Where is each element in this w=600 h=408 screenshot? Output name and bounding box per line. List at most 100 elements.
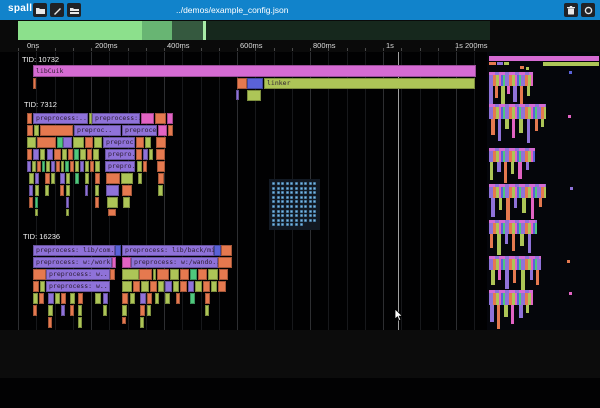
flame-rect[interactable] (170, 269, 179, 280)
flame-rect[interactable] (106, 173, 120, 184)
event-dot[interactable] (277, 187, 280, 190)
event-dot[interactable] (304, 214, 307, 217)
settings-button[interactable] (581, 3, 595, 17)
event-dot[interactable] (300, 210, 303, 213)
event-dot[interactable] (272, 219, 275, 222)
event-dot[interactable] (281, 200, 284, 203)
flame-rect[interactable] (133, 281, 140, 292)
flame-rect[interactable] (123, 197, 130, 208)
flame-rect[interactable] (51, 173, 55, 184)
event-dot[interactable] (290, 182, 293, 185)
flame-rect[interactable] (42, 161, 45, 172)
event-dot[interactable] (309, 187, 312, 190)
event-dot[interactable] (295, 214, 298, 217)
flame-rect[interactable] (61, 305, 65, 316)
event-dot[interactable] (272, 205, 275, 208)
flame-rect[interactable] (56, 161, 60, 172)
flame-rect[interactable] (27, 149, 32, 160)
event-dot[interactable] (309, 214, 312, 217)
overview-strip-segment[interactable] (142, 21, 172, 40)
event-dot[interactable] (290, 219, 293, 222)
flame-rect[interactable] (247, 90, 261, 101)
flame-rect[interactable] (66, 185, 70, 196)
flame-rect[interactable] (112, 257, 116, 268)
flame-rect[interactable] (236, 90, 239, 100)
flame-rect[interactable] (140, 293, 146, 304)
flame-rect[interactable] (75, 173, 79, 184)
flame-rect[interactable] (158, 185, 163, 196)
flame-rect[interactable] (80, 161, 84, 172)
minimap-bar[interactable] (526, 67, 529, 70)
flame-rect[interactable] (106, 185, 119, 196)
flame-rect[interactable] (35, 209, 38, 216)
flame-rect[interactable] (247, 78, 263, 89)
flame-rect[interactable] (51, 161, 55, 172)
flame-rect[interactable] (33, 305, 37, 316)
flame-rect[interactable] (40, 125, 73, 136)
event-dot[interactable] (309, 191, 312, 194)
event-dot[interactable] (295, 182, 298, 185)
flame-rect[interactable] (139, 269, 152, 280)
flame-rect[interactable] (32, 161, 36, 172)
event-dot[interactable] (313, 200, 316, 203)
flame-rect[interactable] (149, 149, 153, 160)
flame-rect[interactable] (173, 281, 179, 292)
flame-rect[interactable] (122, 305, 127, 316)
event-dot[interactable] (300, 187, 303, 190)
flame-rect[interactable] (122, 293, 128, 304)
event-dot[interactable] (313, 196, 316, 199)
flame-rect[interactable] (203, 281, 210, 292)
flame-rect[interactable] (37, 137, 56, 148)
flame-rect[interactable] (122, 317, 126, 324)
flame-rect[interactable] (218, 281, 226, 292)
event-dot[interactable] (286, 196, 289, 199)
event-dot[interactable] (295, 205, 298, 208)
flame-rect[interactable] (27, 125, 33, 136)
event-dot[interactable] (272, 223, 275, 226)
flame-rect[interactable]: prepro.. (105, 149, 135, 160)
event-dot[interactable] (286, 223, 289, 226)
event-dot[interactable] (290, 205, 293, 208)
flame-rect[interactable] (55, 293, 60, 304)
flame-rect[interactable] (157, 269, 169, 280)
flame-rect[interactable] (136, 137, 144, 148)
flame-rect[interactable]: preprocess: w.. (46, 269, 110, 280)
flame-rect[interactable] (95, 173, 100, 184)
flame-rect[interactable] (180, 281, 187, 292)
flame-rect[interactable] (46, 161, 50, 172)
event-dot[interactable] (313, 214, 316, 217)
event-dot[interactable] (304, 210, 307, 213)
flame-rect[interactable] (40, 281, 45, 292)
event-dot[interactable] (281, 182, 284, 185)
flame-rect[interactable] (137, 161, 142, 172)
flame-rect[interactable] (147, 305, 151, 316)
flame-rect[interactable] (54, 149, 61, 160)
flame-rect[interactable] (78, 293, 83, 304)
event-dot[interactable] (272, 187, 275, 190)
flame-rect[interactable] (155, 293, 159, 304)
event-dot[interactable] (277, 223, 280, 226)
flame-rect[interactable] (157, 161, 165, 172)
flame-rect[interactable] (141, 281, 149, 292)
flame-rect[interactable] (108, 209, 116, 216)
edit-button[interactable] (50, 3, 64, 17)
event-dot[interactable] (309, 196, 312, 199)
flame-rect[interactable] (158, 173, 164, 184)
flame-rect[interactable] (156, 149, 165, 160)
flame-rect[interactable] (85, 173, 89, 184)
flame-rect[interactable] (237, 78, 247, 89)
flame-rect[interactable] (180, 269, 189, 280)
flame-rect[interactable] (70, 293, 75, 304)
flame-rect[interactable] (95, 293, 101, 304)
flame-rect[interactable] (27, 113, 32, 124)
open-file-button[interactable] (33, 3, 47, 17)
flame-rect[interactable] (208, 269, 218, 280)
flame-rect[interactable] (121, 173, 133, 184)
flame-rect[interactable] (122, 269, 139, 280)
flame-rect[interactable] (35, 185, 39, 196)
flame-rect[interactable] (153, 269, 156, 280)
flame-rect[interactable] (214, 245, 221, 256)
flame-rect[interactable] (78, 305, 82, 316)
minimap-cluster[interactable] (489, 220, 537, 234)
flame-rect[interactable] (190, 269, 197, 280)
